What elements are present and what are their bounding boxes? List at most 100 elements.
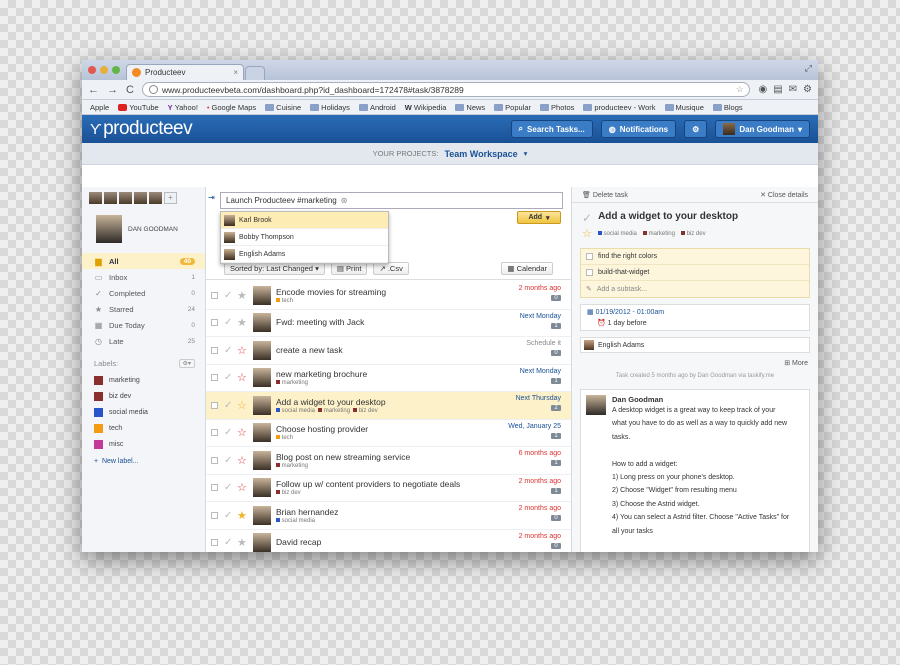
due-date-box[interactable]: ▦ 01/19/2012 - 01:00am ⏰ 1 day before — [580, 304, 810, 331]
complete-check-icon[interactable]: ✓ — [224, 317, 237, 328]
label-tag[interactable]: social media — [276, 407, 315, 414]
comment-count-badge[interactable]: 1 — [551, 322, 561, 329]
comment-count-badge[interactable]: 1 — [551, 460, 561, 466]
table-row[interactable]: ✓ ★ Brian hernandez social media 2 months a… — [206, 502, 571, 530]
comment-count-badge[interactable]: 0 — [551, 295, 561, 301]
bookmark-item[interactable]: YouTube — [118, 103, 159, 112]
avatar[interactable] — [104, 192, 117, 204]
search-tasks-button[interactable]: ⌕ Search Tasks... — [510, 120, 593, 138]
complete-check-icon[interactable]: ✓ — [224, 427, 237, 438]
complete-check-icon[interactable]: ✓ — [582, 211, 592, 225]
label-item[interactable]: marketing — [82, 372, 205, 388]
select-checkbox[interactable] — [211, 401, 218, 409]
bookmark-item[interactable]: Photos — [540, 103, 574, 112]
sidebar-item-inbox[interactable]: ▭ Inbox 1 — [82, 269, 205, 285]
label-tag[interactable]: biz dev — [680, 230, 706, 237]
table-row[interactable]: ✓ ☆ Choose hosting provider tech Wed, Janua… — [206, 420, 571, 447]
fullscreen-icon[interactable]: ⤢ — [805, 63, 812, 74]
table-row[interactable]: ✓ ☆ Blog post on new streaming service mar… — [206, 447, 571, 475]
bookmark-item[interactable]: • Google Maps — [207, 103, 256, 112]
label-tag[interactable]: tech — [276, 435, 293, 441]
table-row[interactable]: ✓ ☆ create a new task Schedule it 0 — [206, 337, 571, 365]
select-checkbox[interactable] — [211, 484, 218, 492]
bookmark-star-icon[interactable]: ☆ — [736, 84, 744, 95]
complete-check-icon[interactable]: ✓ — [224, 290, 237, 301]
table-row[interactable]: ✓ ★ David recap 2 months ago 0 — [206, 530, 571, 552]
label-item[interactable]: social media — [82, 404, 205, 420]
label-tag[interactable]: marketing — [276, 380, 308, 386]
label-item[interactable]: tech — [82, 420, 205, 436]
settings-wrench-icon[interactable]: ⚙ — [803, 84, 812, 95]
complete-check-icon[interactable]: ✓ — [224, 372, 237, 383]
forward-icon[interactable]: → — [107, 84, 118, 96]
add-subtask-input[interactable]: ✎ Add a subtask... — [581, 281, 809, 297]
label-tag[interactable]: social media — [597, 230, 637, 237]
comment-count-badge[interactable]: 0 — [551, 350, 561, 356]
mail-icon[interactable]: ✉ — [789, 84, 797, 95]
bookmark-item[interactable]: Musique — [664, 103, 704, 112]
comment-count-badge[interactable]: 0 — [551, 515, 561, 521]
complete-check-icon[interactable]: ✓ — [224, 455, 237, 466]
suggestion-item[interactable]: Karl Brook — [221, 212, 388, 229]
star-icon[interactable]: ★ — [237, 316, 253, 329]
detail-title[interactable]: Add a widget to your desktop — [598, 211, 738, 222]
table-row[interactable]: ✓ ☆ new marketing brochure marketing Next M… — [206, 365, 571, 392]
help-icon[interactable]: ⊛ — [341, 196, 348, 205]
delete-task-button[interactable]: 🗑 Delete task — [582, 191, 628, 199]
star-icon[interactable]: ★ — [237, 289, 253, 302]
sidebar-item-starred[interactable]: ★ Starred 24 — [82, 301, 205, 317]
star-icon[interactable]: ★ — [237, 536, 253, 549]
sidebar-item-completed[interactable]: ✓ Completed 0 — [82, 285, 205, 301]
star-icon[interactable]: ★ — [237, 509, 253, 522]
chevron-down-icon[interactable]: ▾ — [524, 149, 528, 158]
table-row[interactable]: ✓ ☆ Add a widget to your desktop social me… — [206, 392, 571, 420]
subtask-item[interactable]: find the right colors — [581, 249, 809, 265]
assignee-box[interactable]: English Adams — [580, 337, 810, 353]
comment-count-badge[interactable]: 1 — [551, 377, 561, 384]
complete-check-icon[interactable]: ✓ — [224, 345, 237, 356]
bookmark-item[interactable]: W Wikipedia — [405, 103, 447, 112]
browser-tab[interactable]: Producteev × — [126, 64, 244, 80]
new-tab-button[interactable] — [245, 66, 265, 80]
star-icon[interactable]: ☆ — [237, 454, 253, 467]
more-button[interactable]: ⊞ More — [572, 353, 818, 367]
avatar[interactable] — [149, 192, 162, 204]
sidebar-item-due-today[interactable]: ▦ Due Today 0 — [82, 317, 205, 333]
subtask-checkbox[interactable] — [586, 253, 593, 260]
user-menu-button[interactable]: Dan Goodman ▾ — [715, 120, 810, 138]
suggestion-item[interactable]: English Adams — [221, 246, 388, 263]
label-tag[interactable]: tech — [276, 297, 293, 304]
bookmark-item[interactable]: Blogs — [712, 103, 743, 112]
label-tag[interactable]: biz dev — [276, 490, 301, 496]
label-tag[interactable]: marketing — [318, 407, 350, 414]
producteev-logo[interactable]: ϒ producteev — [90, 118, 193, 140]
sidebar-item-late[interactable]: ◷ Late 25 — [82, 333, 205, 349]
back-icon[interactable]: ← — [88, 84, 99, 96]
bookmark-item[interactable]: Popular — [494, 103, 531, 112]
close-details-button[interactable]: ✕ Close details — [760, 191, 808, 199]
notifications-button[interactable]: ◍ Notifications — [600, 120, 677, 138]
add-task-input[interactable]: Launch Producteev #marketing ⊛ — [220, 192, 563, 209]
suggestion-item[interactable]: Bobby Thompson — [221, 229, 388, 246]
address-bar[interactable]: www.producteevbeta.com/dashboard.php?id_… — [141, 82, 751, 97]
table-row[interactable]: ✓ ★ Fwd: meeting with Jack Next Monday 1 — [206, 310, 571, 337]
label-item[interactable]: misc — [82, 436, 205, 452]
print-icon[interactable]: ▤ — [773, 84, 782, 95]
settings-button[interactable]: ⚙ — [684, 120, 708, 138]
bookmark-item[interactable]: Holidays — [310, 103, 350, 112]
extension-icon[interactable]: ◉ — [758, 84, 767, 95]
select-checkbox[interactable] — [211, 456, 218, 464]
bookmark-item[interactable]: Cuisine — [265, 103, 301, 112]
comment-count-badge[interactable]: 1 — [551, 432, 561, 439]
comment-count-badge[interactable]: 0 — [551, 542, 561, 549]
workspace-selector[interactable]: Team Workspace — [444, 149, 517, 159]
select-checkbox[interactable] — [211, 291, 218, 299]
new-label-link[interactable]: + New label... — [82, 458, 205, 465]
avatar[interactable] — [119, 192, 132, 204]
label-tag[interactable]: social media — [276, 517, 315, 524]
bookmark-item[interactable]: Y Yahoo! — [168, 103, 198, 112]
label-tag[interactable]: marketing — [276, 462, 308, 469]
complete-check-icon[interactable]: ✓ — [224, 400, 237, 411]
star-icon[interactable]: ☆ — [237, 344, 253, 357]
avatar[interactable] — [134, 192, 147, 204]
